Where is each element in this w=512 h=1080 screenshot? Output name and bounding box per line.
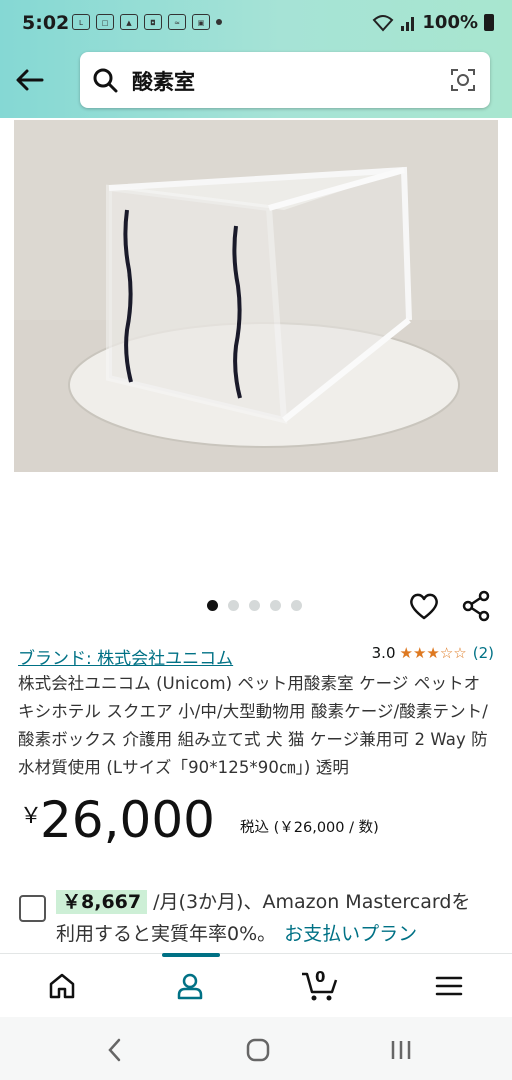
app-icon: □	[96, 14, 114, 30]
gallery-icon: ▣	[192, 14, 210, 30]
payment-plan-link[interactable]: お支払いプラン	[284, 923, 417, 945]
installment-line1: ￥8,667 /月(3か月)、Amazon Mastercardを	[56, 887, 470, 914]
battery-icon	[484, 14, 494, 31]
installment-amount: ￥8,667	[56, 890, 148, 914]
cart-button[interactable]: 0	[300, 968, 340, 1002]
menu-icon[interactable]	[433, 970, 465, 1002]
price-note: 税込 (￥26,000 / 数)	[240, 820, 379, 836]
search-input[interactable]: 酸素室	[132, 66, 195, 96]
wifi-icon	[372, 14, 394, 31]
camera-icon: ◘	[144, 14, 162, 30]
carousel-dot[interactable]	[291, 600, 302, 611]
carousel-dot[interactable]	[228, 600, 239, 611]
system-recents-icon[interactable]	[388, 1037, 414, 1063]
system-back-icon[interactable]	[102, 1037, 128, 1063]
home-icon[interactable]	[46, 970, 78, 1002]
carousel-dots	[207, 600, 302, 611]
installment-line2: 利用すると実質年率0%。 お支払いプラン	[56, 919, 417, 946]
heart-icon[interactable]	[408, 590, 440, 622]
battery-percent: 100%	[422, 12, 478, 33]
brand-link[interactable]: ブランド: 株式会社ユニコム	[18, 644, 233, 669]
status-time: 5:02	[22, 12, 70, 34]
rating-value: 3.0	[371, 644, 396, 662]
rating-count[interactable]: (2)	[473, 644, 494, 662]
signal-icon	[401, 16, 415, 31]
wifi-call-icon: ≈	[168, 14, 186, 30]
product-image[interactable]	[14, 120, 498, 472]
system-home-icon[interactable]	[245, 1037, 271, 1063]
price-symbol: ￥	[20, 804, 43, 829]
status-notification-icons: L □ ▲ ◘ ≈ ▣	[72, 14, 222, 30]
header-area: 5:02 L □ ▲ ◘ ≈ ▣ 100% 酸素室	[0, 0, 512, 118]
line-icon: L	[72, 14, 90, 30]
installment-checkbox[interactable]	[19, 895, 46, 922]
installment-text: /月(3か月)、Amazon Mastercardを	[153, 891, 471, 913]
price-value: 26,000	[40, 791, 215, 849]
search-box[interactable]: 酸素室	[80, 52, 490, 108]
account-icon[interactable]	[174, 970, 206, 1002]
camera-search-icon[interactable]	[450, 67, 476, 93]
system-nav	[0, 1017, 512, 1080]
rating[interactable]: 3.0 ★★★☆☆ (2)	[372, 644, 494, 662]
carousel-dot[interactable]	[249, 600, 260, 611]
bottom-nav: 0	[0, 953, 512, 1018]
status-bar: 5:02 L □ ▲ ◘ ≈ ▣ 100%	[0, 0, 512, 48]
carousel-dot[interactable]	[270, 600, 281, 611]
share-icon[interactable]	[461, 590, 491, 622]
more-notifications-dot	[216, 19, 222, 25]
product-title: 株式会社ユニコム (Unicom) ペット用酸素室 ケージ ペットオキシホテル …	[18, 674, 488, 777]
carousel-dot[interactable]	[207, 600, 218, 611]
active-tab-indicator	[162, 953, 220, 957]
status-right: 100%	[372, 12, 494, 33]
search-row: 酸素室	[0, 52, 512, 110]
search-icon	[93, 68, 118, 93]
cart-count: 0	[315, 968, 326, 986]
installment-text-2: 利用すると実質年率0%。	[56, 923, 277, 945]
back-arrow-icon[interactable]	[14, 64, 46, 96]
rating-stars: ★★★☆☆	[399, 644, 467, 662]
alert-icon: ▲	[120, 14, 138, 30]
